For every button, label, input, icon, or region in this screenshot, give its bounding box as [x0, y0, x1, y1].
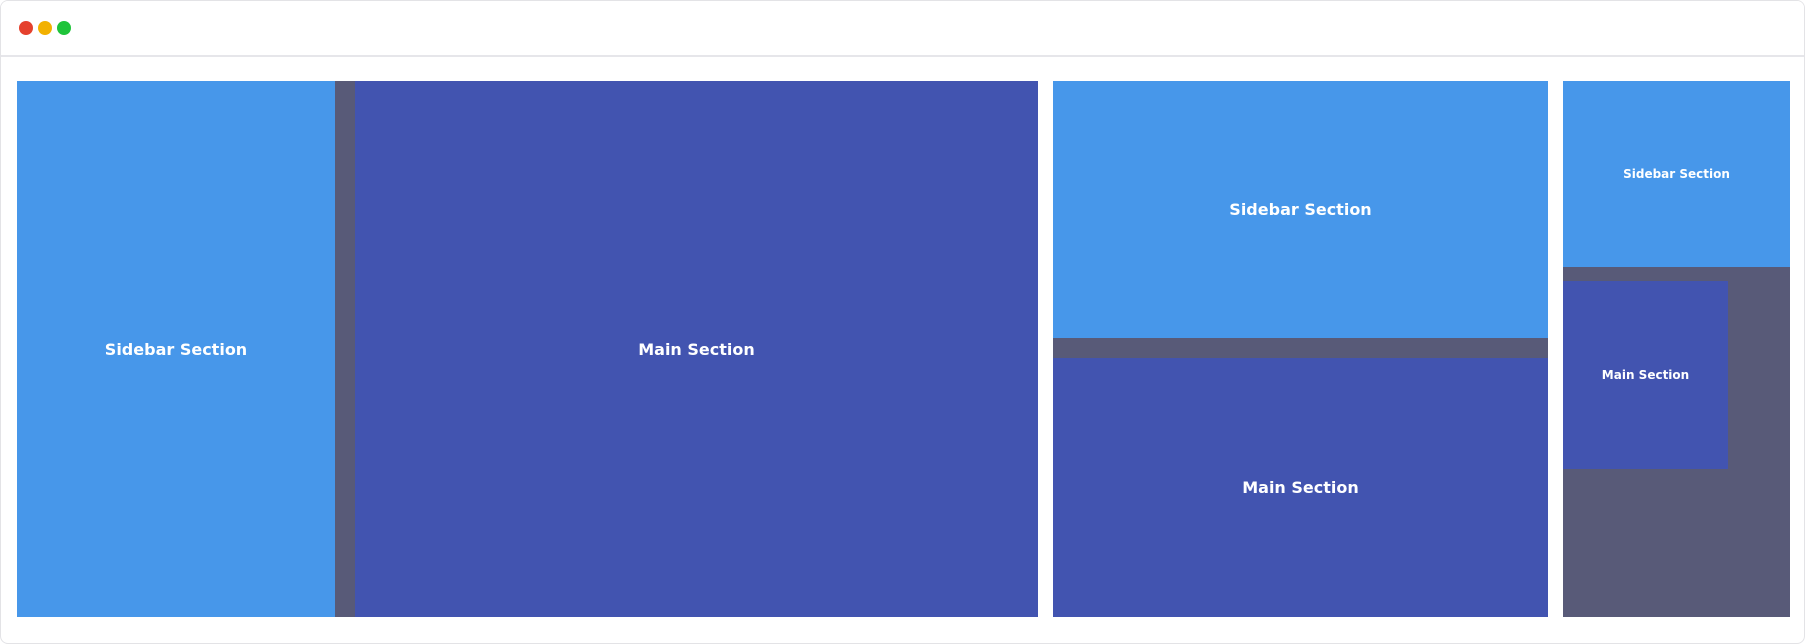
main-section: Main Section — [1053, 358, 1548, 617]
main-section: Main Section — [355, 81, 1038, 617]
sidebar-section: Sidebar Section — [17, 81, 335, 617]
main-section-label: Main Section — [1242, 478, 1359, 497]
layout-gap — [335, 81, 355, 617]
sidebar-section: Sidebar Section — [1053, 81, 1548, 338]
sidebar-section-label: Sidebar Section — [1623, 167, 1730, 181]
sidebar-section-label: Sidebar Section — [104, 339, 248, 359]
layout-panel-vertical: Sidebar Section Main Section — [1053, 81, 1548, 617]
layout-panel-horizontal: Sidebar Section Main Section — [17, 81, 1038, 617]
sidebar-section: Sidebar Section — [1563, 81, 1790, 267]
title-bar — [1, 1, 1804, 57]
layout-gap — [1053, 338, 1548, 358]
main-section-label: Main Section — [638, 339, 755, 359]
sidebar-section-label: Sidebar Section — [1229, 200, 1372, 219]
maximize-window-button[interactable] — [57, 21, 71, 35]
layout-panel-compact: Sidebar Section Main Section — [1563, 81, 1790, 617]
main-section-label: Main Section — [1601, 368, 1690, 382]
minimize-window-button[interactable] — [38, 21, 52, 35]
close-window-button[interactable] — [19, 21, 33, 35]
main-section: Main Section — [1563, 281, 1728, 469]
app-window: Sidebar Section Main Section Sidebar Sec… — [0, 0, 1805, 644]
